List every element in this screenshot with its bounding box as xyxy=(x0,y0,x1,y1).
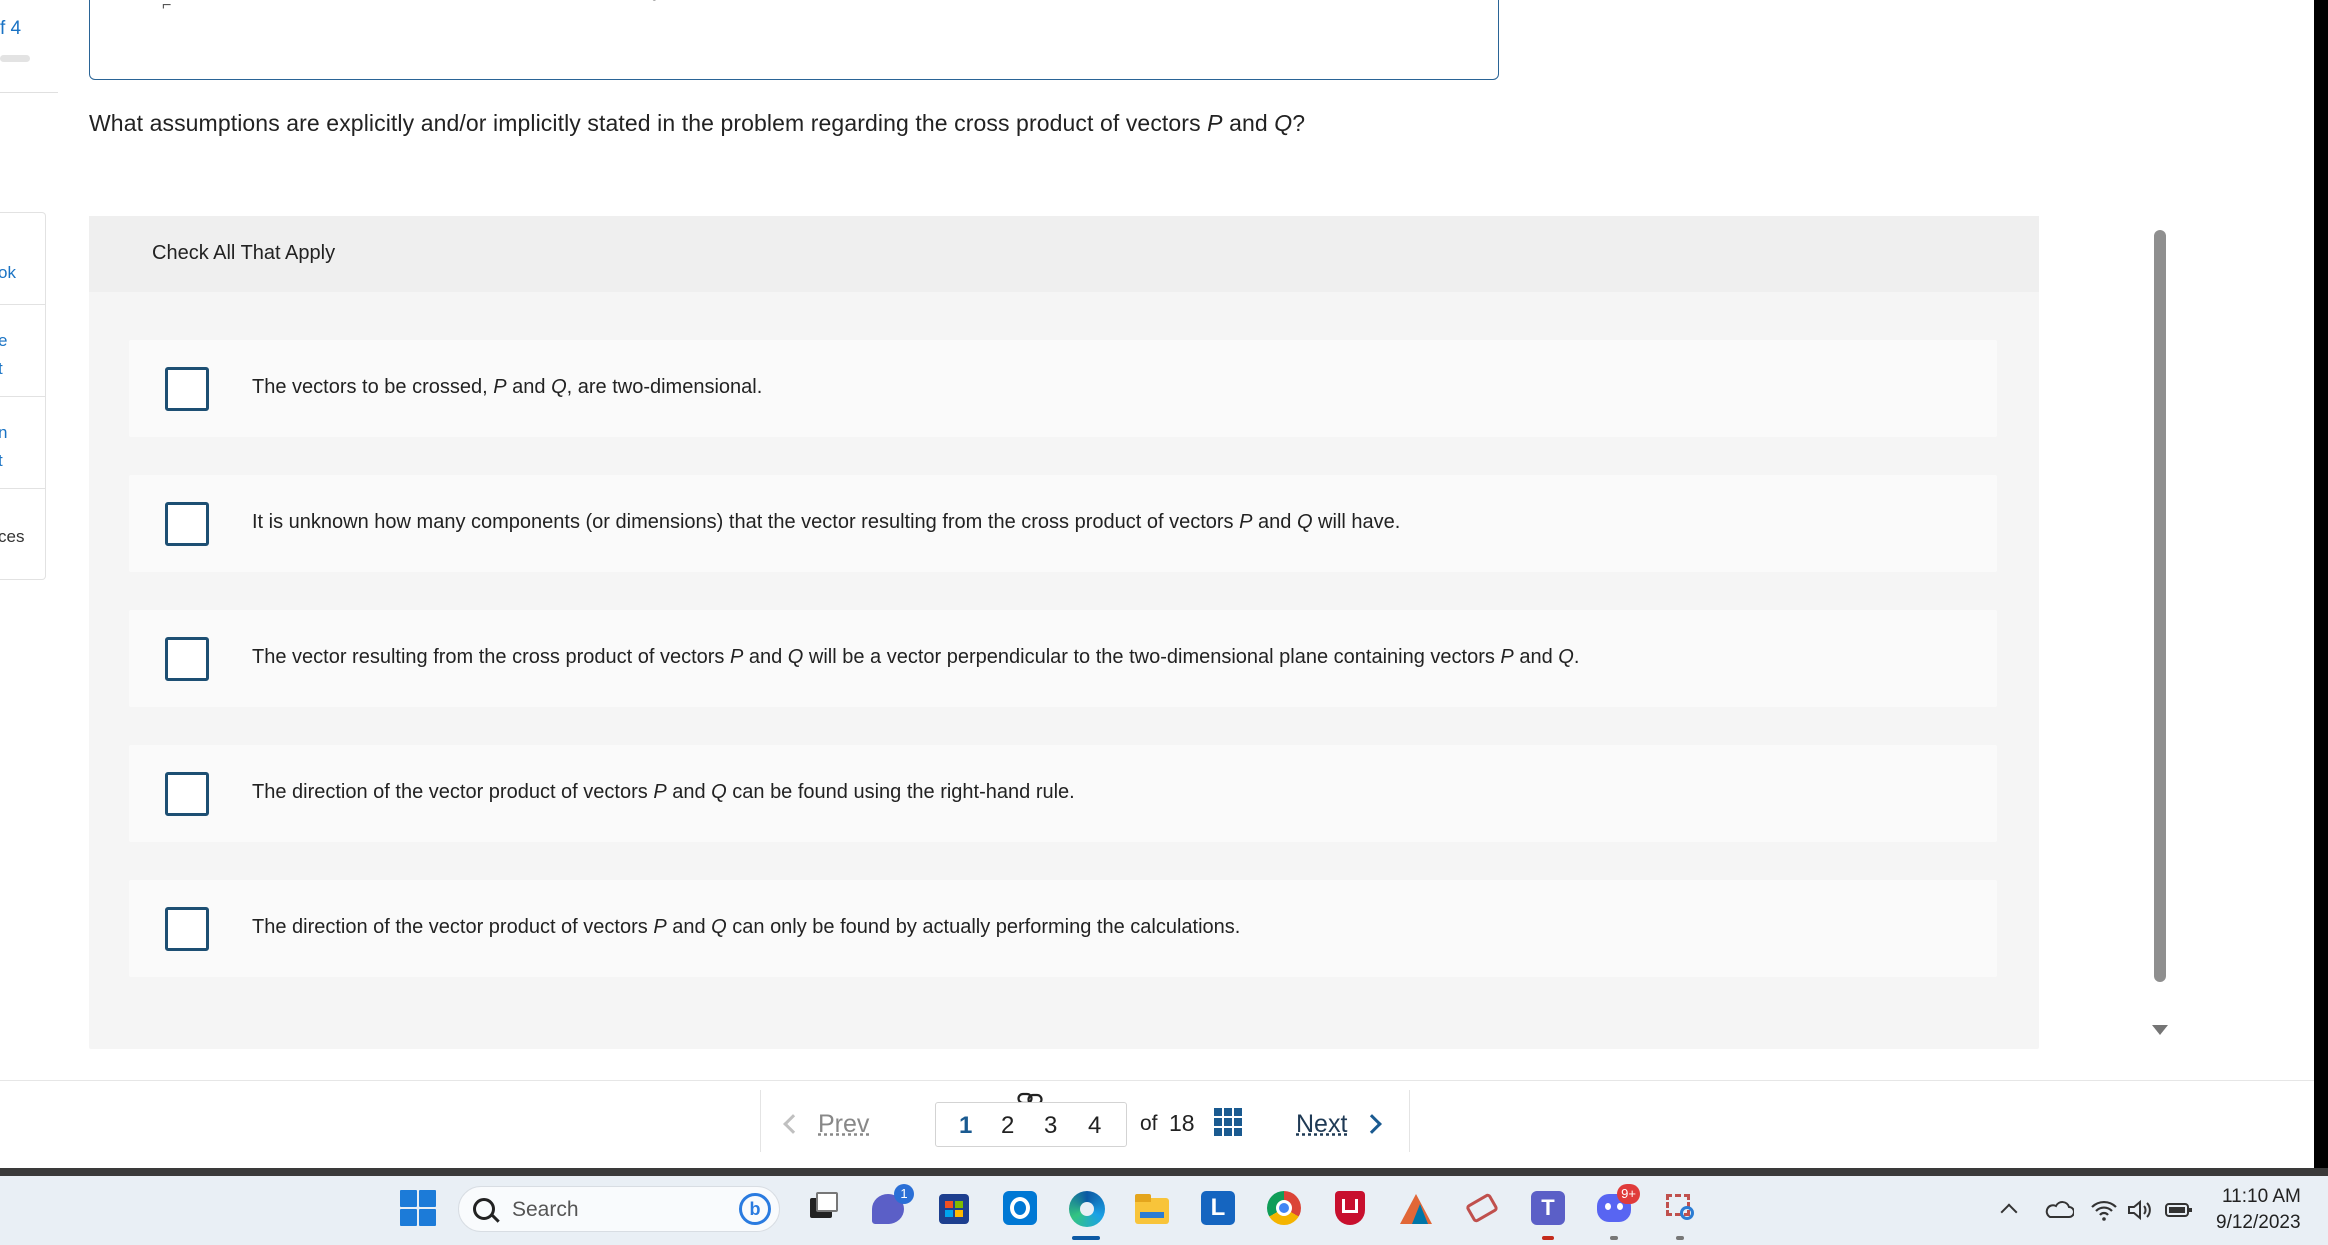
left-tool-label: ok xyxy=(0,263,16,282)
option-label: It is unknown how many components (or di… xyxy=(252,511,1401,533)
left-tool-hint[interactable]: e t xyxy=(0,305,45,397)
of-label: of xyxy=(1140,1112,1158,1135)
option-checkbox[interactable] xyxy=(165,907,209,951)
snip-sketch-icon[interactable] xyxy=(1660,1188,1700,1240)
page-selector: 1 2 3 4 xyxy=(935,1102,1127,1147)
teams-icon[interactable]: T xyxy=(1528,1188,1568,1240)
page-link-1[interactable]: 1 xyxy=(959,1112,972,1140)
window-edge xyxy=(2314,0,2328,1168)
discord-icon[interactable]: 9+ xyxy=(1594,1184,1640,1240)
bing-icon[interactable]: b xyxy=(739,1193,771,1225)
question-text: What assumptions are explicitly and/or i… xyxy=(89,110,1306,136)
taskbar: Search b 1 L T 9+ 11:10 AM 9/12/2023 xyxy=(0,1176,2328,1245)
chevron-right-icon xyxy=(1362,1114,1383,1134)
page-link-4[interactable]: 4 xyxy=(1088,1112,1101,1140)
prev-button[interactable]: Prev xyxy=(783,1108,870,1140)
question-grid-icon[interactable] xyxy=(1214,1108,1242,1136)
option-checkbox[interactable] xyxy=(165,502,209,546)
chat-badge: 1 xyxy=(894,1184,914,1204)
answer-box[interactable]: ⌐ ˘ xyxy=(89,0,1499,80)
left-tool-references[interactable]: ces xyxy=(0,489,45,581)
page-link-3[interactable]: 3 xyxy=(1044,1112,1057,1140)
option-label: The vector resulting from the cross prod… xyxy=(252,646,1580,668)
option-row[interactable]: The direction of the vector product of v… xyxy=(129,880,1997,977)
screen: f 4 ok e t n t ces ⌐ ˘ What assumptions … xyxy=(0,0,2328,1245)
option-checkbox[interactable] xyxy=(165,367,209,411)
mcafee-icon[interactable] xyxy=(1330,1188,1370,1228)
taskbar-border xyxy=(0,1168,2328,1176)
option-row[interactable]: The vectors to be crossed, P and Q, are … xyxy=(129,340,1997,437)
left-tool-label: ces xyxy=(0,527,25,546)
answer-fragment: ⌐ xyxy=(162,0,172,14)
wifi-icon[interactable] xyxy=(2090,1198,2118,1222)
file-explorer-icon[interactable] xyxy=(1132,1188,1172,1228)
option-row[interactable]: The direction of the vector product of v… xyxy=(129,745,1997,842)
chevron-up-icon[interactable] xyxy=(2000,1203,2018,1221)
left-tool-label: e t xyxy=(0,327,7,383)
windows-start-icon[interactable] xyxy=(400,1190,436,1226)
bottom-divider xyxy=(0,1080,2314,1081)
left-tool-print[interactable]: n t xyxy=(0,397,45,489)
progress-text: f 4 xyxy=(0,18,22,39)
left-divider xyxy=(0,92,58,93)
discord-badge: 9+ xyxy=(1617,1184,1640,1204)
scrollbar-thumb[interactable] xyxy=(2154,230,2166,982)
option-label: The direction of the vector product of v… xyxy=(252,781,1075,803)
chat-icon[interactable]: 1 xyxy=(868,1184,914,1228)
panel-title: Check All That Apply xyxy=(152,242,336,264)
taskbar-search-label: Search xyxy=(512,1198,579,1221)
panel-header: Check All That Apply xyxy=(89,216,2039,292)
left-tool-ebook[interactable]: ok xyxy=(0,213,45,305)
left-tool-panel: ok e t n t ces xyxy=(0,212,46,580)
next-button[interactable]: Next xyxy=(1296,1108,1383,1140)
total-pages: 18 xyxy=(1169,1110,1195,1136)
search-icon xyxy=(473,1198,495,1220)
chrome-icon[interactable] xyxy=(1264,1188,1304,1228)
snipping-tool-icon[interactable] xyxy=(1462,1188,1502,1228)
answer-fragment: ˘ xyxy=(652,0,658,14)
taskbar-search-box[interactable]: Search b xyxy=(458,1186,780,1232)
matlab-icon[interactable] xyxy=(1396,1188,1436,1228)
option-row[interactable]: It is unknown how many components (or di… xyxy=(129,475,1997,572)
option-label: The direction of the vector product of v… xyxy=(252,916,1241,938)
cortana-icon[interactable] xyxy=(1000,1188,1040,1228)
check-all-panel: Check All That Apply The vectors to be c… xyxy=(89,216,2039,1049)
volume-icon[interactable] xyxy=(2126,1198,2154,1222)
scroll-down-arrow-icon[interactable] xyxy=(2152,1025,2168,1035)
option-checkbox[interactable] xyxy=(165,772,209,816)
left-tool-label: n t xyxy=(0,419,7,475)
clock-date[interactable]: 9/12/2023 xyxy=(2216,1212,2301,1234)
onedrive-icon[interactable] xyxy=(2044,1198,2074,1222)
chevron-left-icon xyxy=(783,1114,803,1134)
nav-separator xyxy=(760,1090,761,1152)
prev-label: Prev xyxy=(818,1109,870,1138)
browser-content: f 4 ok e t n t ces ⌐ ˘ What assumptions … xyxy=(0,0,2328,1168)
battery-icon[interactable] xyxy=(2164,1198,2194,1222)
nav-separator xyxy=(1409,1090,1410,1152)
option-label: The vectors to be crossed, P and Q, are … xyxy=(252,376,763,398)
progress-bar xyxy=(0,55,30,62)
next-label: Next xyxy=(1296,1109,1348,1138)
page-link-2[interactable]: 2 xyxy=(1001,1112,1014,1140)
l-app-icon[interactable]: L xyxy=(1198,1188,1238,1228)
option-checkbox[interactable] xyxy=(165,637,209,681)
task-view-icon[interactable] xyxy=(802,1188,842,1228)
microsoft-store-icon[interactable] xyxy=(934,1188,974,1228)
clock-time[interactable]: 11:10 AM xyxy=(2222,1186,2301,1208)
edge-browser-icon[interactable] xyxy=(1066,1188,1106,1240)
option-row[interactable]: The vector resulting from the cross prod… xyxy=(129,610,1997,707)
